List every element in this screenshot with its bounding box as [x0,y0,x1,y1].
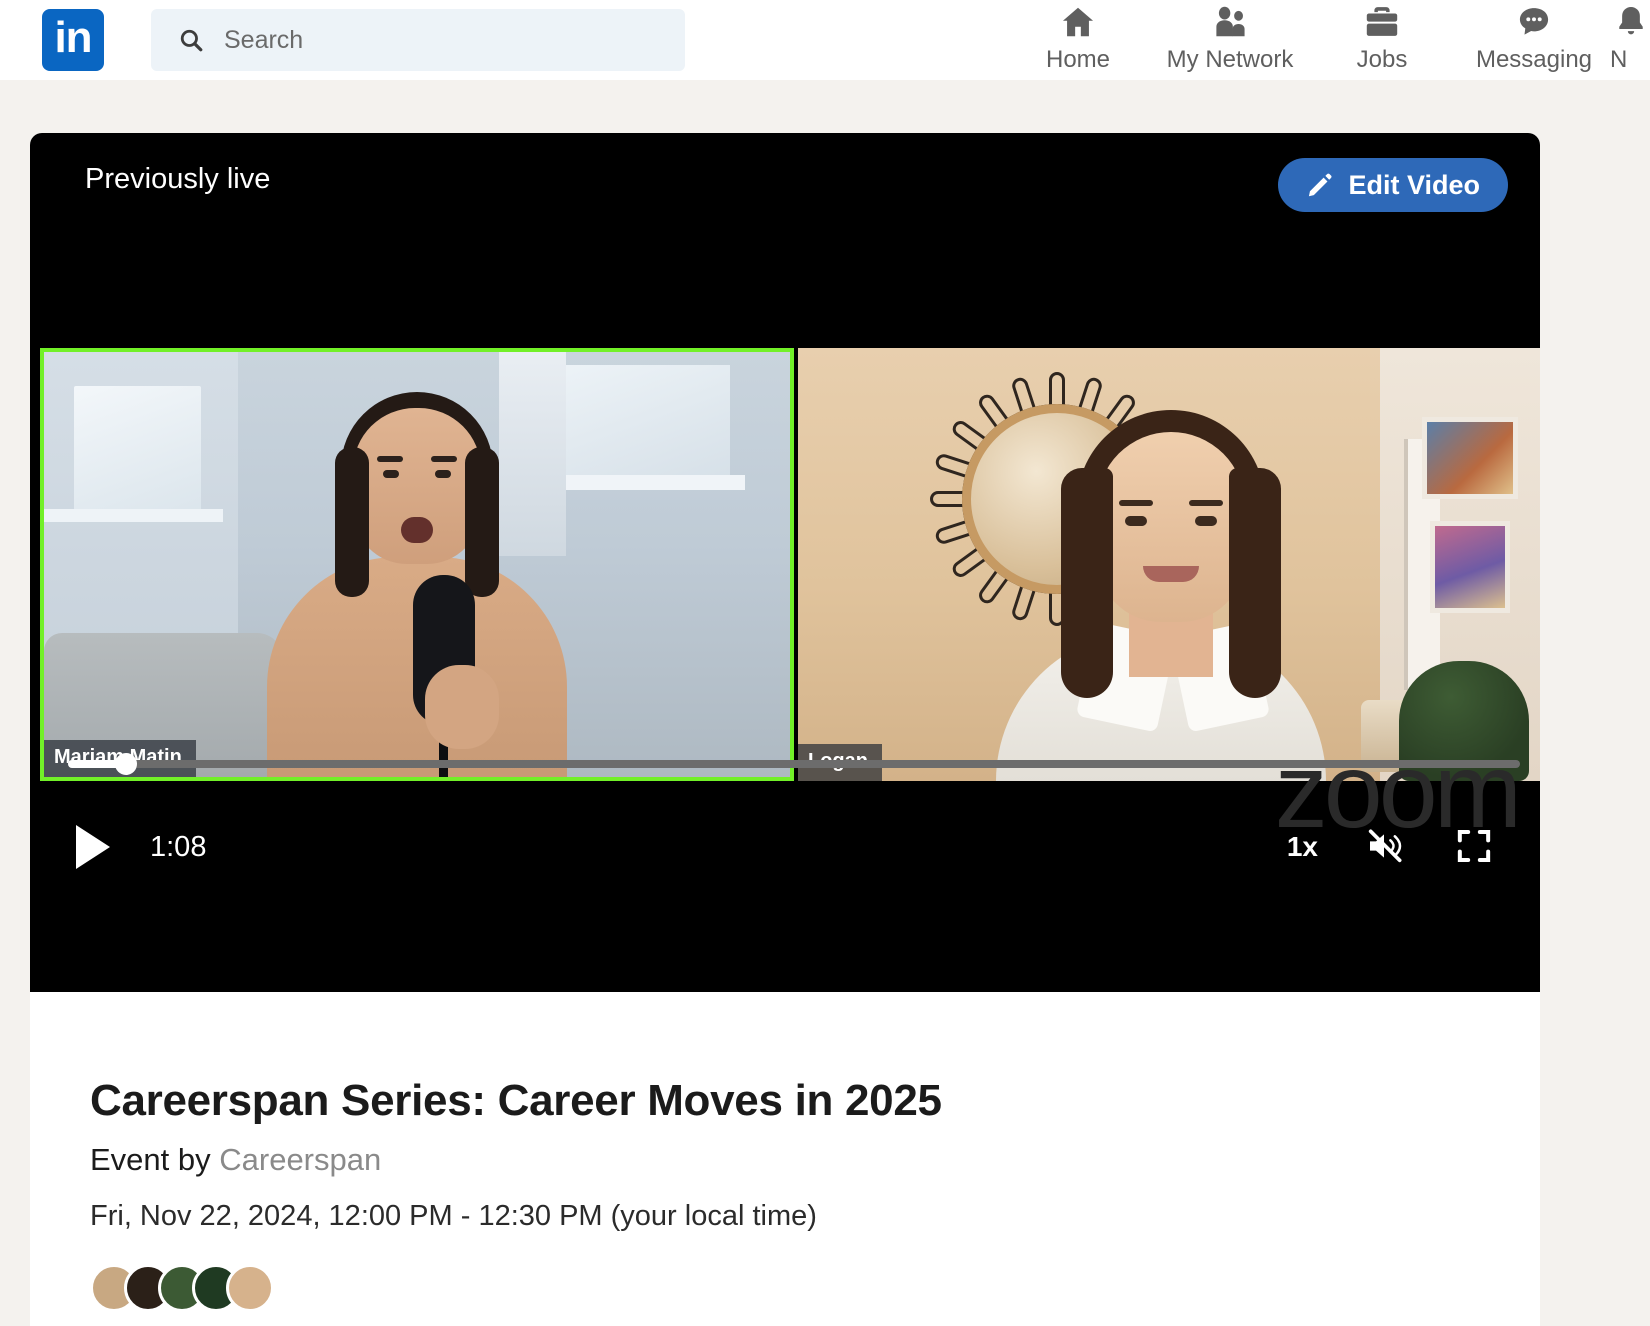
event-datetime: Fri, Nov 22, 2024, 12:00 PM - 12:30 PM (… [90,1200,817,1232]
event-organizer-link[interactable]: Careerspan [219,1142,381,1177]
participant-video-frame-2 [798,348,1540,781]
video-progress-bar[interactable] [68,753,1520,775]
nav-right-group: Home My Network Jobs Messaging N [1002,0,1650,80]
event-details-panel: Careerspan Series: Career Moves in 2025 … [30,992,1540,1326]
nav-item-jobs[interactable]: Jobs [1306,0,1458,80]
home-icon [1057,0,1099,44]
volume-muted-icon [1362,826,1408,869]
progress-thumb[interactable] [115,753,138,775]
fullscreen-icon [1452,826,1496,869]
attendee-avatars[interactable] [90,1264,274,1312]
search-placeholder-text: Search [224,25,304,54]
video-player[interactable]: Previously live Edit Video Mariam Matin … [30,133,1540,992]
people-icon [1209,0,1251,44]
nav-label-home: Home [1045,46,1111,73]
nav-label-notifications: N [1610,46,1628,73]
edit-video-button[interactable]: Edit Video [1278,158,1508,212]
video-controls: 1:08 1x [30,801,1540,893]
mute-button[interactable] [1362,826,1408,869]
participant-tiles: Mariam Matin [40,348,1540,781]
search-icon [178,27,204,53]
pencil-icon [1306,171,1334,199]
video-controls-right: 1x [1287,826,1540,869]
nav-item-home[interactable]: Home [1002,0,1154,80]
play-button[interactable] [76,825,116,869]
linkedin-logo[interactable]: in [42,9,104,71]
nav-left-group: in Search [0,9,685,71]
event-title: Careerspan Series: Career Moves in 2025 [90,1076,942,1125]
participant-tile-active[interactable]: Mariam Matin [40,348,794,781]
participant-video-frame-1 [44,352,790,777]
nav-item-notifications[interactable]: N [1610,0,1650,80]
avatar [226,1264,274,1312]
progress-track[interactable] [68,760,1520,768]
playback-speed-button[interactable]: 1x [1287,831,1318,863]
briefcase-icon [1361,0,1403,44]
nav-label-messaging: Messaging [1475,46,1593,73]
bell-icon [1610,0,1650,44]
top-navigation-bar: in Search Home My Network Jobs Messaging… [0,0,1650,80]
nav-label-my-network: My Network [1166,46,1294,73]
previously-live-label: Previously live [85,163,271,195]
nav-item-my-network[interactable]: My Network [1154,0,1306,80]
playback-speed-label: 1x [1286,831,1318,862]
message-bubble-icon [1513,0,1555,44]
fullscreen-button[interactable] [1452,826,1496,869]
event-by-prefix: Event by [90,1142,220,1177]
nav-item-messaging[interactable]: Messaging [1458,0,1610,80]
edit-video-label: Edit Video [1348,169,1480,200]
current-time-label: 1:08 [150,830,207,863]
search-input[interactable]: Search [151,9,685,71]
play-icon [76,825,110,869]
event-organizer-line: Event by Careerspan [90,1142,381,1178]
nav-label-jobs: Jobs [1356,46,1408,73]
participant-tile[interactable]: Logan [798,348,1540,781]
